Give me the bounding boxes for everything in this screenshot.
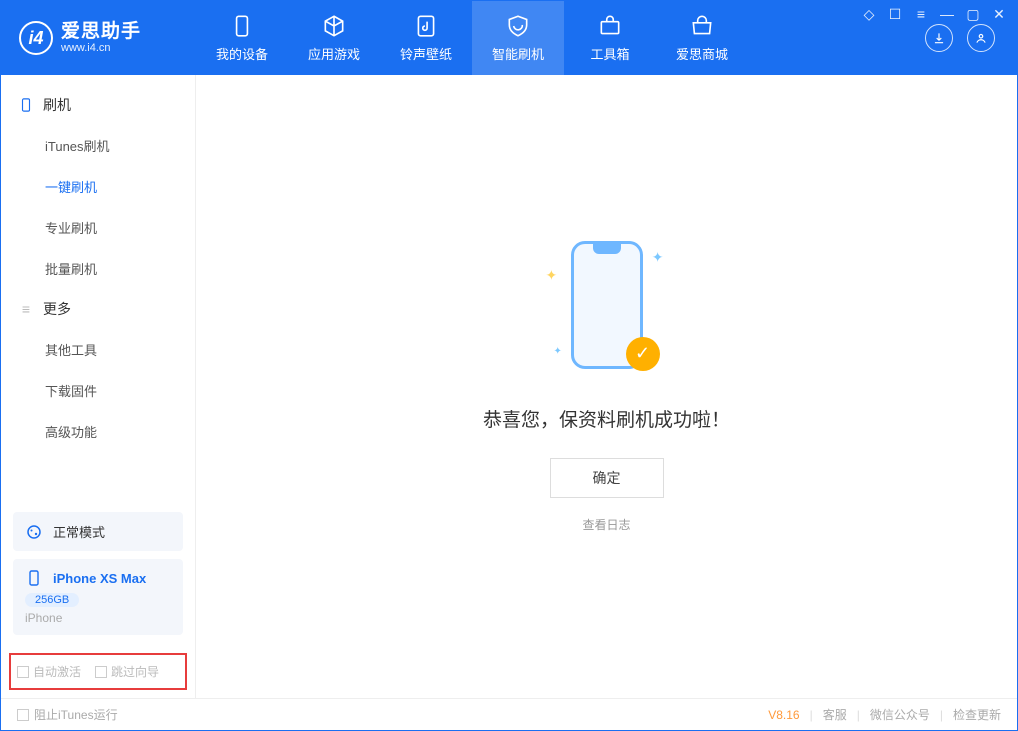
device-icon (229, 13, 255, 39)
group-title: 更多 (43, 299, 71, 319)
ok-button[interactable]: 确定 (550, 458, 664, 498)
support-link[interactable]: 客服 (823, 706, 847, 723)
device-phone-icon (25, 569, 43, 587)
top-tabs: 我的设备 应用游戏 铃声壁纸 智能刷机 工具箱 爱思商城 (196, 1, 925, 75)
user-account-icon[interactable] (967, 24, 995, 52)
device-cards: 正常模式 iPhone XS Max 256GB iPhone (1, 512, 195, 653)
checkbox-icon (95, 666, 107, 678)
download-manager-icon[interactable] (925, 24, 953, 52)
refresh-shield-icon (505, 13, 531, 39)
sidebar-group-more: ≡ 更多 (1, 289, 195, 329)
success-message: 恭喜您，保资料刷机成功啦！ (483, 405, 730, 432)
sidebar-item-pro-flash[interactable]: 专业刷机 (1, 207, 195, 248)
app-subtitle: www.i4.cn (61, 42, 141, 54)
shirt-icon[interactable]: ◇ (861, 6, 877, 23)
mode-card[interactable]: 正常模式 (13, 512, 183, 551)
sparkle-icon: ✦ (554, 346, 562, 357)
tab-label: 工具箱 (590, 44, 629, 63)
sparkle-icon: ✦ (546, 267, 558, 284)
list-icon: ≡ (19, 302, 33, 316)
tab-label: 铃声壁纸 (400, 44, 452, 63)
sidebar-item-itunes-flash[interactable]: iTunes刷机 (1, 125, 195, 166)
sidebar-group-flash: 刷机 (1, 85, 195, 125)
option-label: 跳过向导 (111, 663, 159, 680)
minimize-button[interactable]: ― (939, 6, 955, 22)
mode-label: 正常模式 (53, 522, 105, 541)
main-panel: ✓ ✦ ✦ ✦ 恭喜您，保资料刷机成功啦！ 确定 查看日志 (196, 75, 1017, 698)
tab-label: 爱思商城 (676, 44, 728, 63)
sidebar-item-download-firmware[interactable]: 下载固件 (1, 370, 195, 411)
app-window: ◇ ☐ ≡ ― ▢ ✕ i4 爱思助手 www.i4.cn 我的设备 应用游戏 (0, 0, 1018, 731)
block-itunes-label: 阻止iTunes运行 (34, 706, 118, 723)
app-title: 爱思助手 (61, 22, 141, 43)
block-itunes-checkbox[interactable]: 阻止iTunes运行 (17, 706, 118, 723)
option-label: 自动激活 (33, 663, 81, 680)
menu-icon[interactable]: ≡ (913, 6, 929, 22)
sidebar-item-batch-flash[interactable]: 批量刷机 (1, 248, 195, 289)
tab-label: 应用游戏 (308, 44, 360, 63)
app-logo-icon: i4 (19, 21, 53, 55)
tab-smart-flash[interactable]: 智能刷机 (472, 1, 564, 75)
tab-apps-games[interactable]: 应用游戏 (288, 1, 380, 75)
body: 刷机 iTunes刷机 一键刷机 专业刷机 批量刷机 ≡ 更多 其他工具 下载固… (1, 75, 1017, 698)
window-controls: ◇ ☐ ≡ ― ▢ ✕ (861, 1, 1017, 27)
tab-toolbox[interactable]: 工具箱 (564, 1, 656, 75)
device-name: iPhone XS Max (53, 571, 146, 586)
phone-icon (19, 98, 33, 112)
checkbox-icon (17, 709, 29, 721)
statusbar: 阻止iTunes运行 V8.16 | 客服 | 微信公众号 | 检查更新 (1, 698, 1017, 730)
tab-store[interactable]: 爱思商城 (656, 1, 748, 75)
view-log-link[interactable]: 查看日志 (582, 516, 630, 533)
cube-icon (321, 13, 347, 39)
sidebar-item-advanced[interactable]: 高级功能 (1, 411, 195, 452)
sparkle-icon: ✦ (652, 249, 664, 266)
skip-guide-checkbox[interactable]: 跳过向导 (95, 663, 159, 680)
options-row: 自动激活 跳过向导 (9, 653, 187, 690)
version-label: V8.16 (768, 708, 799, 722)
music-file-icon (413, 13, 439, 39)
logo-area: i4 爱思助手 www.i4.cn (1, 1, 196, 75)
device-storage: 256GB (25, 593, 79, 607)
sidebar-item-onekey-flash[interactable]: 一键刷机 (1, 166, 195, 207)
feedback-icon[interactable]: ☐ (887, 6, 903, 23)
group-title: 刷机 (43, 95, 71, 115)
tab-ringtones-wallpapers[interactable]: 铃声壁纸 (380, 1, 472, 75)
auto-activate-checkbox[interactable]: 自动激活 (17, 663, 81, 680)
device-type: iPhone (25, 611, 62, 625)
maximize-button[interactable]: ▢ (965, 6, 981, 23)
tab-label: 智能刷机 (492, 44, 544, 63)
wechat-link[interactable]: 微信公众号 (870, 706, 930, 723)
sidebar-item-other-tools[interactable]: 其他工具 (1, 329, 195, 370)
close-button[interactable]: ✕ (991, 6, 1007, 23)
device-card[interactable]: iPhone XS Max 256GB iPhone (13, 559, 183, 635)
check-badge-icon: ✓ (626, 337, 660, 371)
toolbox-icon (597, 13, 623, 39)
sidebar: 刷机 iTunes刷机 一键刷机 专业刷机 批量刷机 ≡ 更多 其他工具 下载固… (1, 75, 196, 698)
tab-label: 我的设备 (216, 44, 268, 63)
success-illustration: ✓ ✦ ✦ ✦ (552, 241, 662, 381)
checkbox-icon (17, 666, 29, 678)
store-icon (689, 13, 715, 39)
tab-my-device[interactable]: 我的设备 (196, 1, 288, 75)
check-update-link[interactable]: 检查更新 (953, 706, 1001, 723)
mode-icon (25, 523, 43, 541)
